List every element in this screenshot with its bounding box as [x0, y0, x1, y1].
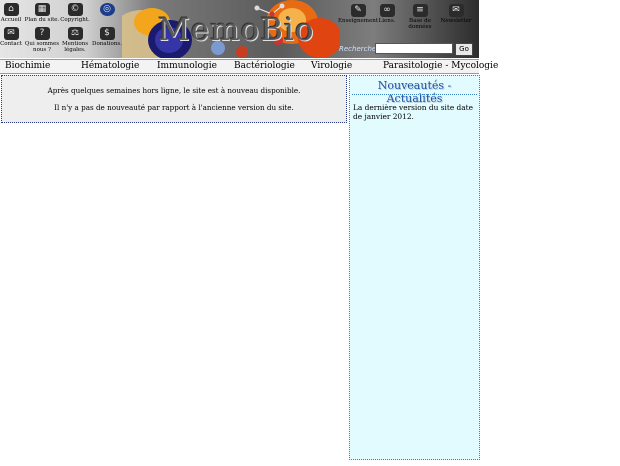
nav-icon-newsletter[interactable]: ✉ Newsletter: [436, 4, 476, 24]
nav-item-virologie[interactable]: Virologie: [311, 61, 352, 71]
nav-item-parasitologie[interactable]: Parasitologie - Mycologie: [383, 61, 498, 71]
question-icon: ?: [34, 27, 50, 40]
nav-item-immunologie[interactable]: Immunologie: [157, 61, 217, 71]
announcement-line-2: Il n'y a pas de nouveauté par rapport à …: [54, 103, 294, 112]
news-panel: Nouveautés - Actualités La dernière vers…: [349, 75, 480, 460]
nav-item-hematologie[interactable]: Hématologie: [81, 61, 139, 71]
news-divider: [352, 94, 477, 95]
copyright-icon: ©: [67, 3, 83, 16]
news-title: Nouveautés - Actualités: [377, 79, 452, 105]
database-icon: ≡: [412, 4, 428, 17]
nav-icon-sfbm[interactable]: ◎: [87, 3, 127, 16]
donation-icon: $: [99, 27, 115, 40]
site-logo[interactable]: MemoBio: [158, 12, 315, 48]
news-body: La dernière version du site date de janv…: [353, 103, 474, 121]
links-icon: ∞: [379, 4, 395, 17]
search-input[interactable]: [375, 43, 453, 54]
newsletter-icon: ✉: [448, 4, 464, 17]
site-header: MemoBio ⌂ Accueil ▦ Plan du site. © Copy…: [0, 0, 479, 58]
home-icon: ⌂: [3, 3, 19, 16]
scales-icon: ⚖: [67, 27, 83, 40]
nav-item-bacteriologie[interactable]: Bactériologie: [234, 61, 295, 71]
sitemap-icon: ▦: [34, 3, 50, 16]
teaching-icon: ✎: [350, 4, 366, 17]
sfbm-logo-icon: ◎: [99, 3, 115, 16]
search-go-button[interactable]: Go: [455, 43, 473, 56]
mail-icon: ✉: [3, 27, 19, 40]
announcement-box: Après quelques semaines hors ligne, le s…: [1, 75, 347, 123]
nav-icon-donations[interactable]: $ Donations.: [87, 27, 127, 47]
announcement-line-1: Après quelques semaines hors ligne, le s…: [47, 86, 301, 95]
nav-icon-base[interactable]: ≡ Base de données: [400, 4, 440, 30]
nav-item-biochimie[interactable]: Biochimie: [5, 61, 50, 71]
category-nav: Biochimie Hématologie Immunologie Bactér…: [0, 59, 498, 74]
